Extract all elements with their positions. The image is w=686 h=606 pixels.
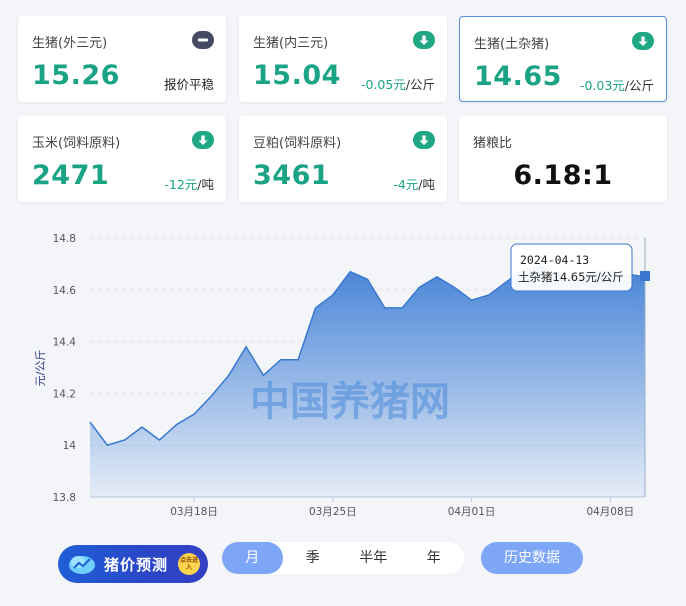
card-name: 猪粮比 [473, 136, 513, 151]
y-tick-label: 14.8 [53, 233, 76, 245]
price-card-neisanyuan[interactable]: 生猪(内三元) 15.04 -0.05元/公斤 [239, 16, 447, 102]
price-chart[interactable]: 13.8 14 14.2 14.4 14.6 14.8 03月18日 03月25日 04月01… [0, 222, 686, 522]
card-change: -12元/吨 [164, 177, 214, 192]
minus-icon [192, 31, 214, 49]
card-change: -0.03元/公斤 [579, 78, 654, 93]
price-predict-button[interactable]: 猪价预测 点击进入 [58, 545, 208, 583]
tooltip-value: 土杂猪14.65元/公斤 [518, 270, 624, 284]
y-tick-label: 14 [63, 440, 77, 452]
card-price: 15.04 [253, 60, 341, 91]
price-card-tuzazhu[interactable]: 生猪(土杂猪) 14.65 -0.03元/公斤 [459, 16, 667, 102]
card-name: 豆粕(饲料原料) [253, 136, 342, 151]
card-name: 生猪(土杂猪) [474, 37, 550, 52]
period-month[interactable]: 月 [222, 542, 283, 574]
period-half-year[interactable]: 半年 [343, 542, 404, 574]
x-tick-label: 04月08日 [586, 506, 634, 518]
watermark: 中国养猪网 [250, 379, 450, 425]
period-selector: 月 季 半年 年 [222, 542, 464, 574]
card-name: 生猪(内三元) [253, 36, 329, 51]
card-price: 6.18:1 [513, 160, 613, 191]
card-price: 14.65 [474, 61, 562, 92]
x-tick-label: 04月01日 [448, 506, 496, 518]
cloud-chart-icon [68, 553, 96, 575]
y-axis-label: 元/公斤 [34, 350, 47, 387]
card-change: 报价平稳 [163, 77, 214, 92]
price-card-soymeal[interactable]: 豆粕(饲料原料) 3461 -4元/吨 [239, 116, 447, 202]
arrow-down-icon [413, 31, 435, 49]
enter-badge: 点击进入 [178, 553, 200, 575]
card-change: -4元/吨 [393, 177, 435, 192]
bottom-controls: 猪价预测 点击进入 月 季 半年 年 历史数据 [0, 540, 686, 590]
card-price: 2471 [32, 160, 110, 191]
card-price: 15.26 [32, 60, 120, 91]
card-name: 玉米(饲料原料) [32, 136, 121, 151]
y-tick-label: 14.6 [53, 285, 77, 297]
price-card-waisanyuan[interactable]: 生猪(外三元) 15.26 报价平稳 [18, 16, 226, 102]
period-quarter[interactable]: 季 [283, 542, 344, 574]
predict-label: 猪价预测 [104, 555, 169, 574]
tooltip: 2024-04-13 土杂猪14.65元/公斤 [510, 243, 633, 292]
period-year[interactable]: 年 [404, 542, 465, 574]
y-tick-label: 14.4 [53, 337, 77, 349]
y-axis-ticks: 13.8 14 14.2 14.4 14.6 14.8 [53, 233, 77, 504]
x-axis-ticks: 03月18日 03月25日 04月01日 04月08日 [170, 497, 634, 518]
price-chart-svg[interactable]: 13.8 14 14.2 14.4 14.6 14.8 03月18日 03月25日 04月01… [0, 222, 686, 522]
tooltip-date: 2024-04-13 [520, 253, 589, 267]
history-data-button[interactable]: 历史数据 [481, 542, 583, 574]
arrow-down-icon [413, 131, 435, 149]
arrow-down-icon [192, 131, 214, 149]
x-tick-label: 03月25日 [309, 506, 357, 518]
card-name: 生猪(外三元) [32, 36, 108, 51]
hover-point[interactable] [640, 271, 650, 281]
arrow-down-icon [632, 32, 654, 50]
card-price: 3461 [253, 160, 331, 191]
y-tick-label: 13.8 [53, 492, 76, 504]
card-change: -0.05元/公斤 [360, 77, 435, 92]
x-tick-label: 03月18日 [170, 506, 218, 518]
price-card-corn[interactable]: 玉米(饲料原料) 2471 -12元/吨 [18, 116, 226, 202]
price-card-pig-grain-ratio[interactable]: 猪粮比 6.18:1 [459, 116, 667, 202]
y-tick-label: 14.2 [53, 388, 76, 400]
